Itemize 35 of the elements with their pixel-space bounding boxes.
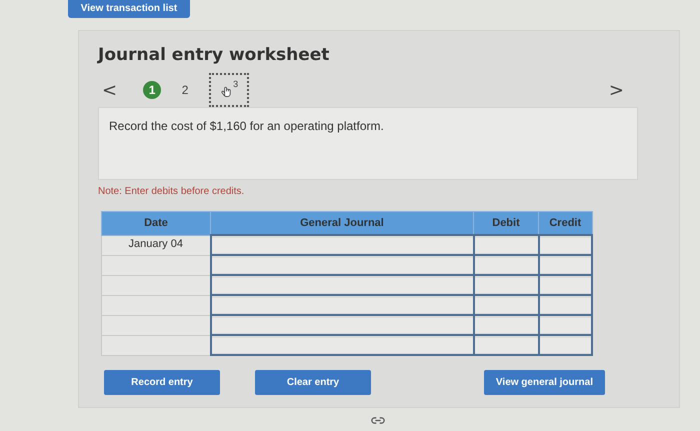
input-field[interactable] — [212, 298, 472, 312]
view-transaction-list-button[interactable]: View transaction list — [68, 0, 190, 18]
column-header: Date — [102, 212, 210, 235]
action-button[interactable]: Clear entry — [255, 370, 371, 395]
input-field[interactable] — [474, 298, 538, 312]
input-field[interactable] — [474, 338, 538, 352]
input-field[interactable] — [540, 298, 591, 312]
input-field[interactable] — [212, 278, 472, 292]
input-field[interactable] — [540, 278, 591, 292]
column-header: Credit — [538, 212, 592, 235]
next-button[interactable]: > — [604, 80, 628, 100]
input-field[interactable] — [212, 258, 472, 272]
step-button[interactable]: 2 — [173, 80, 198, 100]
input-field[interactable] — [474, 238, 538, 252]
action-button[interactable]: Record entry — [104, 370, 220, 395]
input-field[interactable] — [474, 258, 538, 272]
input-field[interactable] — [474, 318, 538, 332]
prompt-text: Record the cost of $1,160 for an operating platform. — [98, 107, 638, 180]
input-field[interactable] — [540, 238, 591, 252]
link-icon[interactable] — [371, 416, 385, 425]
step-button[interactable]: 1 — [143, 81, 162, 99]
input-field[interactable] — [540, 258, 591, 272]
previous-button[interactable]: < — [98, 80, 122, 100]
column-header: General Journal — [210, 212, 474, 235]
input-field[interactable] — [212, 338, 472, 352]
input-field[interactable] — [212, 318, 472, 332]
note-text: Note: Enter debits before credits. — [98, 186, 246, 199]
input-field[interactable] — [212, 238, 472, 252]
column-header: Debit — [474, 212, 538, 235]
input-field[interactable] — [474, 278, 538, 292]
input-field[interactable] — [540, 338, 591, 352]
input-field[interactable] — [540, 318, 591, 332]
table-cell: January 04 — [102, 235, 210, 255]
action-button[interactable]: View general journal — [484, 370, 605, 395]
worksheet-title: Journal entry worksheet — [98, 45, 330, 67]
